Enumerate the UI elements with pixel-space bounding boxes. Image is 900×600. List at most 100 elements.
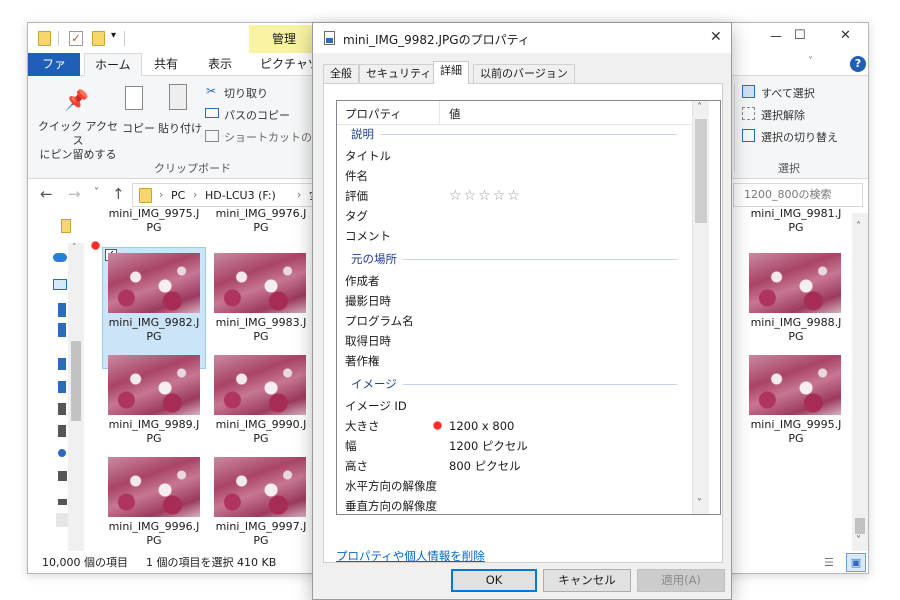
- pin-quick-access-button[interactable]: クイック アクセス にピン留めする: [34, 120, 122, 162]
- nav-folder-icon[interactable]: [58, 303, 66, 317]
- file-label[interactable]: mini_IMG_9982.J PG: [104, 316, 204, 344]
- property-list-scrollbar[interactable]: ˄ ˅: [692, 101, 709, 514]
- copy-button[interactable]: コピー: [122, 120, 155, 136]
- scroll-up-icon[interactable]: ˄: [72, 243, 77, 253]
- file-label[interactable]: mini_IMG_9976.J PG: [211, 207, 311, 235]
- dialog-close-button[interactable]: ✕: [710, 29, 722, 45]
- tab-security[interactable]: セキュリティ: [359, 64, 439, 83]
- cut-button[interactable]: 切り取り: [224, 85, 268, 101]
- image-thumbnail[interactable]: [214, 355, 306, 415]
- file-label[interactable]: mini_IMG_9989.J PG: [104, 418, 204, 446]
- large-icons-view-icon[interactable]: ▣: [846, 553, 866, 572]
- image-thumbnail[interactable]: [108, 253, 200, 313]
- tab-view[interactable]: 表示: [198, 53, 242, 76]
- nav-scroll-thumb[interactable]: [71, 341, 81, 421]
- file-label[interactable]: mini_IMG_9997.J PG: [211, 520, 311, 548]
- column-header-property[interactable]: プロパティ: [345, 106, 402, 122]
- help-icon[interactable]: ?: [850, 56, 866, 72]
- property-row[interactable]: 作成者: [337, 271, 703, 291]
- search-input[interactable]: 1200_800の検索: [733, 183, 863, 207]
- image-thumbnail[interactable]: [749, 253, 841, 313]
- music-icon[interactable]: [58, 449, 66, 457]
- content-scrollbar[interactable]: ˄ ˅: [852, 213, 868, 551]
- address-bar[interactable]: › PC › HD-LCU3 (F:) › 写: [132, 183, 328, 207]
- properties-quick-icon[interactable]: ✓: [69, 31, 83, 46]
- select-none-button[interactable]: 選択解除: [761, 107, 805, 123]
- nav-folder-icon[interactable]: [58, 358, 66, 370]
- image-thumbnail[interactable]: [749, 355, 841, 415]
- file-label[interactable]: mini_IMG_9988.J PG: [746, 316, 846, 344]
- property-row[interactable]: 高さ 800 ピクセル: [337, 456, 703, 476]
- video-icon[interactable]: [58, 425, 66, 437]
- property-row[interactable]: 評価 ☆☆☆☆☆: [337, 186, 703, 206]
- property-row[interactable]: 取得日時: [337, 331, 703, 351]
- column-divider[interactable]: [439, 101, 440, 125]
- tab-file[interactable]: ファイル: [28, 53, 80, 93]
- breadcrumb-drive[interactable]: HD-LCU3 (F:): [205, 189, 276, 202]
- image-thumbnail[interactable]: [214, 457, 306, 517]
- nav-folder-icon[interactable]: [58, 381, 66, 393]
- pc-icon[interactable]: [53, 279, 67, 290]
- forward-icon[interactable]: →: [68, 185, 81, 203]
- close-button[interactable]: ✕: [840, 28, 851, 43]
- property-row[interactable]: コメント: [337, 226, 703, 246]
- recent-locations-icon[interactable]: ˅: [94, 187, 99, 198]
- property-row[interactable]: タイトル: [337, 146, 703, 166]
- image-thumbnail[interactable]: [108, 355, 200, 415]
- up-icon[interactable]: ↑: [112, 185, 125, 203]
- property-row[interactable]: プログラム名: [337, 311, 703, 331]
- file-label[interactable]: mini_IMG_9975.J PG: [104, 207, 204, 235]
- drive-icon[interactable]: [58, 471, 67, 481]
- property-row[interactable]: 幅 1200 ピクセル: [337, 436, 703, 456]
- select-all-button[interactable]: すべて選択: [761, 85, 815, 101]
- folder-icon[interactable]: [61, 219, 71, 233]
- paste-button[interactable]: 貼り付け: [158, 120, 202, 136]
- scroll-down-icon[interactable]: ˅: [856, 535, 861, 546]
- file-label[interactable]: mini_IMG_9996.J PG: [104, 520, 204, 548]
- remove-properties-link[interactable]: プロパティや個人情報を削除: [336, 548, 485, 564]
- property-row[interactable]: 撮影日時: [337, 291, 703, 311]
- file-label[interactable]: mini_IMG_9981.J PG: [746, 207, 846, 235]
- property-list-scroll-thumb[interactable]: [695, 119, 707, 223]
- image-thumbnail[interactable]: [214, 253, 306, 313]
- column-header-value[interactable]: 値: [449, 106, 461, 122]
- property-row[interactable]: イメージ ID: [337, 396, 703, 416]
- tab-share[interactable]: 共有: [144, 53, 188, 76]
- property-row[interactable]: 大きさ 1200 x 800: [337, 416, 703, 436]
- details-view-icon[interactable]: ☰: [824, 551, 834, 573]
- invert-selection-button[interactable]: 選択の切り替え: [761, 129, 838, 145]
- copy-path-button[interactable]: パスのコピー: [224, 107, 290, 123]
- drive-icon[interactable]: [58, 499, 67, 505]
- nav-scrollbar[interactable]: ˄: [68, 243, 84, 551]
- apply-button[interactable]: 適用(A): [637, 569, 725, 592]
- back-icon[interactable]: ←: [40, 185, 53, 203]
- image-thumbnail[interactable]: [108, 457, 200, 517]
- file-label[interactable]: mini_IMG_9990.J PG: [211, 418, 311, 446]
- ok-button[interactable]: OK: [451, 569, 537, 592]
- breadcrumb-pc[interactable]: PC: [171, 189, 185, 202]
- tab-previous-versions[interactable]: 以前のバージョン: [473, 64, 575, 83]
- property-row[interactable]: 著作権: [337, 351, 703, 371]
- tab-details[interactable]: 詳細: [433, 61, 469, 84]
- new-folder-quick-icon[interactable]: [92, 31, 105, 46]
- downloads-icon[interactable]: [58, 323, 66, 337]
- file-label[interactable]: mini_IMG_9995.J PG: [746, 418, 846, 446]
- quick-access-dropdown-icon[interactable]: ▾: [111, 30, 116, 41]
- scroll-down-icon[interactable]: ˅: [697, 498, 702, 509]
- collapse-ribbon-icon[interactable]: ˅: [808, 56, 813, 67]
- nav-folder-icon[interactable]: [58, 403, 66, 415]
- file-label[interactable]: mini_IMG_9983.J PG: [211, 316, 311, 344]
- property-row[interactable]: 件名: [337, 166, 703, 186]
- tab-home[interactable]: ホーム: [84, 53, 142, 76]
- onedrive-icon[interactable]: [53, 253, 67, 262]
- property-row[interactable]: 垂直方向の解像度: [337, 496, 703, 514]
- property-list[interactable]: プロパティ 値 説明 タイトル 件名 評価 ☆☆☆☆☆ タグ コメント 元の場所…: [336, 100, 721, 515]
- property-row[interactable]: タグ: [337, 206, 703, 226]
- tab-general[interactable]: 全般: [323, 64, 359, 83]
- maximize-button[interactable]: ☐: [794, 28, 806, 43]
- rating-stars[interactable]: ☆☆☆☆☆: [449, 186, 522, 206]
- minimize-button[interactable]: —: [770, 29, 782, 43]
- content-scroll-thumb[interactable]: [855, 518, 865, 534]
- scroll-up-icon[interactable]: ˄: [856, 221, 861, 232]
- scroll-up-icon[interactable]: ˄: [697, 102, 702, 113]
